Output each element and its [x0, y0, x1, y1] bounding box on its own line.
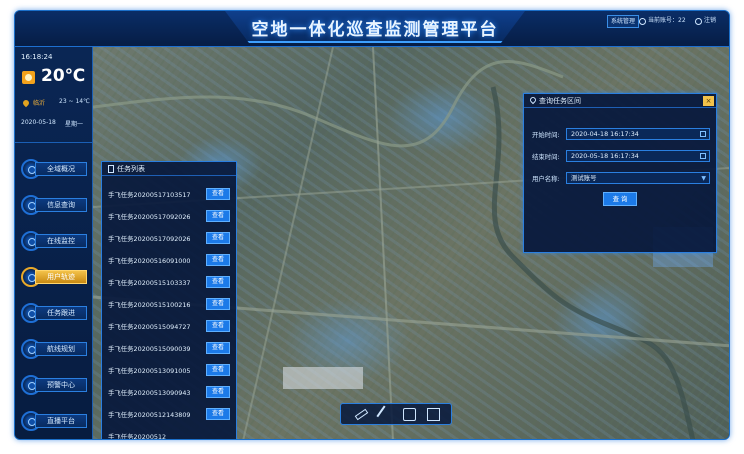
- task-name: 手飞任务20200512: [108, 433, 167, 440]
- header-bar: 空地一体化巡查监测管理平台 系统管理 当前账号：22 注销: [15, 11, 729, 47]
- chevron-down-icon: ▼: [701, 175, 706, 182]
- weather-widget: 16:18:24 20℃ 临沂 23 ~ 14℃ 2020-05-18 星期一: [15, 47, 93, 143]
- view-task-button[interactable]: 查看: [206, 210, 230, 222]
- close-icon[interactable]: ×: [703, 96, 714, 106]
- account-info: 当前账号：22: [639, 16, 686, 26]
- nav-label: 任务跟进: [35, 306, 87, 320]
- task-list-title: 任务列表: [117, 165, 145, 173]
- task-list-panel: 任务列表 手飞任务20200517103517 查看 手飞任务202005170…: [101, 161, 237, 440]
- nav-label: 预警中心: [35, 378, 87, 392]
- brush-icon[interactable]: [376, 405, 395, 424]
- temperature-range: 23 ~ 14℃: [59, 98, 90, 105]
- task-name: 手飞任务20200515094727: [108, 323, 191, 331]
- task-row: 手飞任务20200512143809 查看: [108, 408, 234, 422]
- view-task-button[interactable]: 查看: [206, 232, 230, 244]
- nav-item-online-monitor[interactable]: 在线监控: [21, 229, 87, 253]
- task-name: 手飞任务20200515100216: [108, 301, 191, 309]
- task-name: 手飞任务20200517103517: [108, 191, 191, 199]
- calendar-icon[interactable]: [700, 131, 706, 137]
- task-name: 手飞任务20200512143809: [108, 411, 191, 419]
- ruler-icon[interactable]: [354, 408, 369, 421]
- nav-label: 信息查询: [35, 198, 87, 212]
- current-time: 16:18:24: [21, 53, 53, 61]
- system-settings-button[interactable]: 系统管理: [607, 15, 640, 28]
- start-time-label: 开始时间:: [532, 131, 560, 139]
- user-name-label: 用户名称:: [532, 175, 560, 183]
- user-name-select[interactable]: 测试账号 ▼: [566, 172, 710, 184]
- image-icon[interactable]: [427, 408, 440, 421]
- nav-item-live-platform[interactable]: 直播平台: [21, 409, 87, 433]
- task-name: 手飞任务20200515090039: [108, 345, 191, 353]
- task-row: 手飞任务20200517092026 查看: [108, 210, 234, 224]
- view-task-button[interactable]: 查看: [206, 408, 230, 420]
- task-name: 手飞任务20200517092026: [108, 213, 191, 221]
- user-icon: [639, 17, 646, 25]
- nav-label: 在线监控: [35, 234, 87, 248]
- nav-item-overview[interactable]: 全域概况: [21, 157, 87, 181]
- location-pin-icon: [21, 98, 31, 108]
- print-icon[interactable]: [403, 408, 416, 421]
- sun-icon: [22, 71, 35, 84]
- query-header: 查询任务区间 ×: [524, 94, 716, 108]
- map-toolbar: [340, 403, 452, 425]
- temperature: 20℃: [41, 66, 86, 86]
- view-task-button[interactable]: 查看: [206, 342, 230, 354]
- task-row: 手飞任务20200516091000 查看: [108, 254, 234, 268]
- app-window: 空地一体化巡查监测管理平台 系统管理 当前账号：22 注销 16:18:24 2…: [14, 10, 730, 440]
- nav-item-user-track[interactable]: 用户轨迹: [21, 265, 87, 289]
- task-row: 手飞任务20200515100216 查看: [108, 298, 234, 312]
- nav-label: 全域概况: [35, 162, 87, 176]
- task-row: 手飞任务20200512: [108, 430, 234, 440]
- task-list-header: 任务列表: [102, 162, 236, 176]
- task-row: 手飞任务20200515090039 查看: [108, 342, 234, 356]
- end-time-value: 2020-05-18 16:17:34: [571, 152, 639, 160]
- nav-label: 用户轨迹: [35, 270, 87, 284]
- location-pin-icon: [528, 95, 538, 105]
- document-icon: [108, 165, 114, 173]
- end-time-label: 结束时间:: [532, 153, 560, 161]
- task-row: 手飞任务20200513090943 查看: [108, 386, 234, 400]
- task-name: 手飞任务20200513090943: [108, 389, 191, 397]
- nav-item-info-query[interactable]: 信息查询: [21, 193, 87, 217]
- nav-item-alert-center[interactable]: 预警中心: [21, 373, 87, 397]
- user-name-value: 测试账号: [571, 174, 597, 182]
- task-row: 手飞任务20200513091005 查看: [108, 364, 234, 378]
- sidebar: 16:18:24 20℃ 临沂 23 ~ 14℃ 2020-05-18 星期一 …: [15, 47, 93, 439]
- logout-button[interactable]: 注销: [695, 16, 716, 26]
- nav-item-route-planning[interactable]: 航线规划: [21, 337, 87, 361]
- weekday: 星期一: [65, 121, 84, 128]
- task-name: 手飞任务20200516091000: [108, 257, 191, 265]
- query-title: 查询任务区间: [539, 97, 581, 105]
- start-time-value: 2020-04-18 16:17:34: [571, 130, 639, 138]
- logout-label: 注销: [704, 17, 717, 24]
- task-row: 手飞任务20200515103337 查看: [108, 276, 234, 290]
- task-name: 手飞任务20200517092026: [108, 235, 191, 243]
- view-task-button[interactable]: 查看: [206, 320, 230, 332]
- city-name: 临沂: [33, 100, 46, 107]
- view-task-button[interactable]: 查看: [206, 188, 230, 200]
- power-icon: [695, 17, 702, 25]
- task-row: 手飞任务20200515094727 查看: [108, 320, 234, 334]
- page-title: 空地一体化巡查监测管理平台: [251, 20, 499, 40]
- view-task-button[interactable]: 查看: [206, 364, 230, 376]
- view-task-button[interactable]: 查看: [206, 276, 230, 288]
- task-row: 手飞任务20200517092026 查看: [108, 232, 234, 246]
- calendar-icon[interactable]: [700, 153, 706, 159]
- start-time-field[interactable]: 2020-04-18 16:17:34: [566, 128, 710, 140]
- current-date: 2020-05-18: [21, 119, 56, 126]
- query-submit-button[interactable]: 查 询: [603, 192, 637, 206]
- nav-label: 航线规划: [35, 342, 87, 356]
- task-name: 手飞任务20200513091005: [108, 367, 191, 375]
- view-task-button[interactable]: 查看: [206, 298, 230, 310]
- view-task-button[interactable]: 查看: [206, 254, 230, 266]
- view-task-button[interactable]: 查看: [206, 386, 230, 398]
- task-row: 手飞任务20200517103517 查看: [108, 188, 234, 202]
- nav-item-task-follow[interactable]: 任务跟进: [21, 301, 87, 325]
- account-label: 当前账号：22: [648, 17, 686, 24]
- task-name: 手飞任务20200515103337: [108, 279, 191, 287]
- nav-label: 直播平台: [35, 414, 87, 428]
- end-time-field[interactable]: 2020-05-18 16:17:34: [566, 150, 710, 162]
- query-panel: 查询任务区间 × 开始时间: 2020-04-18 16:17:34 结束时间:…: [523, 93, 717, 253]
